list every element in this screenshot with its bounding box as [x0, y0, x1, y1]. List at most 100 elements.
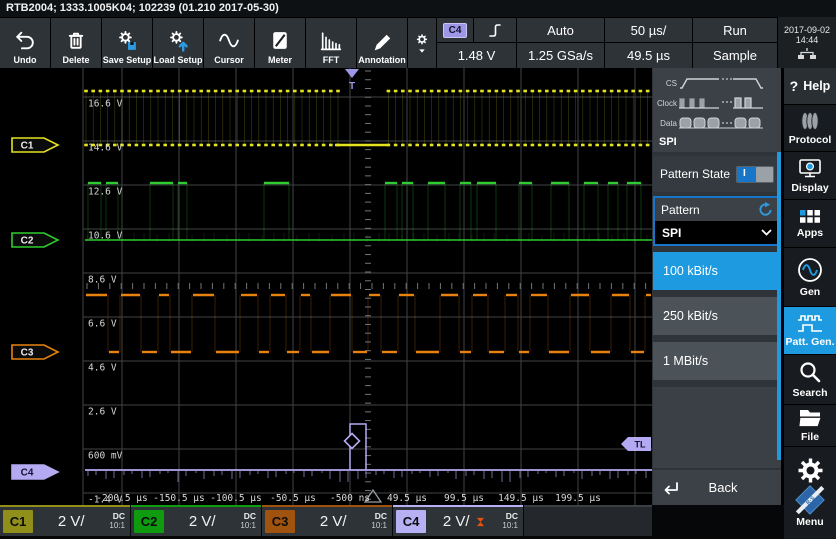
- search-icon: [798, 360, 822, 384]
- trigger-level-cell[interactable]: 1.48 V: [437, 43, 516, 68]
- spi-preview-box: CS Clock Data SPI: [653, 68, 781, 152]
- protocol-label: Protocol: [789, 134, 832, 146]
- svg-text:-200.5 µs: -200.5 µs: [96, 493, 147, 504]
- trigger-position-marker[interactable]: [345, 69, 359, 78]
- pencil-icon: [369, 28, 395, 53]
- file-label: File: [801, 431, 819, 443]
- channel-marker-c4[interactable]: [12, 465, 58, 479]
- trigger-mode-cell[interactable]: Auto: [517, 18, 604, 42]
- save-setup-label: Save Setup: [103, 55, 152, 65]
- sine-cursor-icon: [216, 28, 242, 53]
- svg-text:149.5 µs: 149.5 µs: [498, 493, 544, 504]
- svg-text:14.6 V: 14.6 V: [88, 143, 123, 154]
- folder-icon: [798, 408, 823, 428]
- trigger-slope-cell[interactable]: [474, 18, 516, 42]
- sidebar-item-file[interactable]: File: [784, 405, 836, 447]
- rate-250kbit-label: 250 kBit/s: [663, 309, 718, 323]
- refresh-icon[interactable]: [758, 202, 773, 217]
- waveform-canvas[interactable]: C1C2C3C4TTL16.6 V14.6 V12.6 V10.6 V8.6 V…: [0, 68, 652, 505]
- delete-label: Delete: [62, 55, 89, 65]
- acquisition-mode-cell[interactable]: Sample: [693, 43, 777, 68]
- gen-label: Gen: [800, 286, 820, 298]
- svg-text:12.6 V: 12.6 V: [88, 187, 123, 198]
- gear-load-icon: [165, 28, 191, 53]
- rate-button-1mbit[interactable]: 1 MBit/s: [653, 342, 781, 380]
- pattern-generator-panel: CS Clock Data SPI Pattern State I Patter…: [652, 68, 781, 505]
- apps-label: Apps: [797, 227, 823, 239]
- sidebar-item-pattern-generator[interactable]: Patt. Gen.: [784, 307, 836, 355]
- c2-probe: 10:1: [240, 522, 256, 531]
- offset-marker-icon: [475, 516, 486, 527]
- toolbar-settings-button[interactable]: [408, 18, 436, 68]
- trigger-point-diamond-marker[interactable]: [345, 434, 360, 449]
- acquisition-state-cell[interactable]: Run: [693, 18, 777, 42]
- delete-button[interactable]: Delete: [51, 18, 101, 68]
- sidebar-item-apps[interactable]: Apps: [784, 200, 836, 248]
- channel-block-c2[interactable]: C2 2 V/ DC 10:1: [131, 505, 261, 536]
- pattern-dropdown-value: SPI: [662, 226, 681, 240]
- channel-block-c3[interactable]: C3 2 V/ DC 10:1: [262, 505, 392, 536]
- back-button[interactable]: Back: [653, 470, 781, 505]
- load-setup-button[interactable]: Load Setup: [153, 18, 203, 68]
- acquisition-state-value: Run: [723, 23, 747, 38]
- svg-text:T: T: [349, 81, 355, 92]
- rate-button-250kbit[interactable]: 250 kBit/s: [653, 297, 781, 335]
- c1-probe: 10:1: [109, 522, 125, 531]
- menu-label: Menu: [796, 516, 823, 528]
- acquisition-mode-value: Sample: [713, 48, 757, 63]
- title-bar: RTB2004; 1333.1005K04; 102239 (01.210 20…: [0, 0, 836, 17]
- trigger-mode-value: Auto: [547, 23, 574, 38]
- sidebar-item-search[interactable]: Search: [784, 355, 836, 405]
- trigger-source-cell[interactable]: C4: [437, 18, 473, 42]
- horizontal-position-cell[interactable]: 49.5 µs: [605, 43, 692, 68]
- sidebar-item-protocol[interactable]: Protocol: [784, 105, 836, 152]
- channel-block-c4[interactable]: C4 2 V/ DC 10:1: [393, 505, 523, 536]
- rate-1mbit-label: 1 MBit/s: [663, 354, 708, 368]
- gear-icon: [411, 30, 433, 56]
- svg-text:-150.5 µs: -150.5 µs: [153, 493, 204, 504]
- spi-preview-title: SPI: [659, 136, 677, 148]
- spi-clock-label: Clock: [657, 99, 678, 108]
- channel-block-c1[interactable]: C1 2 V/ DC 10:1: [0, 505, 130, 536]
- trigger-source-badge: C4: [443, 23, 467, 38]
- sidebar-item-gen[interactable]: Gen: [784, 248, 836, 307]
- annotation-button[interactable]: Annotation: [357, 18, 407, 68]
- channel-marker-c1[interactable]: [12, 138, 58, 152]
- c1-scale: 2 V/: [58, 513, 85, 530]
- rising-edge-icon: [487, 22, 503, 39]
- waveform-display[interactable]: C1C2C3C4TTL16.6 V14.6 V12.6 V10.6 V8.6 V…: [0, 68, 652, 505]
- fft-button[interactable]: FFT: [306, 18, 356, 68]
- device-id-text: RTB2004; 1333.1005K04; 102239 (01.210 20…: [6, 2, 279, 14]
- sample-rate-cell[interactable]: 1.25 GSa/s: [517, 43, 604, 68]
- pattern-select-group[interactable]: Pattern SPI: [653, 196, 781, 246]
- pattern-dropdown[interactable]: SPI: [655, 221, 779, 244]
- sidebar-item-help[interactable]: ? Help: [784, 68, 836, 105]
- rate-button-100kbit[interactable]: 100 kBit/s: [653, 252, 781, 290]
- channel-marker-c3[interactable]: [12, 345, 58, 359]
- question-mark-icon: ?: [790, 78, 799, 94]
- save-setup-button[interactable]: Save Setup: [102, 18, 152, 68]
- pattern-state-toggle[interactable]: I: [736, 166, 774, 183]
- c4-scale: 2 V/: [443, 513, 470, 530]
- search-label: Search: [792, 387, 827, 399]
- c3-badge: C3: [265, 510, 295, 533]
- protocol-bus-icon: [797, 111, 823, 131]
- datetime-cell[interactable]: 2017-09-02 14:44: [778, 17, 836, 68]
- channel-bar-filler: [524, 505, 652, 536]
- meter-button[interactable]: Meter: [255, 18, 305, 68]
- undo-button[interactable]: Undo: [0, 18, 50, 68]
- svg-text:C1: C1: [21, 141, 34, 152]
- sidebar-item-display[interactable]: Display: [784, 152, 836, 200]
- svg-text:199.5 µs: 199.5 µs: [555, 493, 601, 504]
- toolbar: Undo Delete Save Setup Load Setup Cursor: [0, 17, 836, 68]
- channel-marker-c2[interactable]: [12, 233, 58, 247]
- svg-text:C2: C2: [21, 236, 34, 247]
- timebase-cell[interactable]: 50 µs/: [605, 18, 692, 42]
- chevron-down-icon: [761, 229, 772, 236]
- svg-text:2.6 V: 2.6 V: [88, 407, 117, 418]
- cursor-label: Cursor: [214, 55, 244, 65]
- cursor-button[interactable]: Cursor: [204, 18, 254, 68]
- sidebar-item-menu[interactable]: R·S Menu: [784, 447, 836, 538]
- c4-badge: C4: [396, 510, 426, 533]
- c4-probe: 10:1: [502, 522, 518, 531]
